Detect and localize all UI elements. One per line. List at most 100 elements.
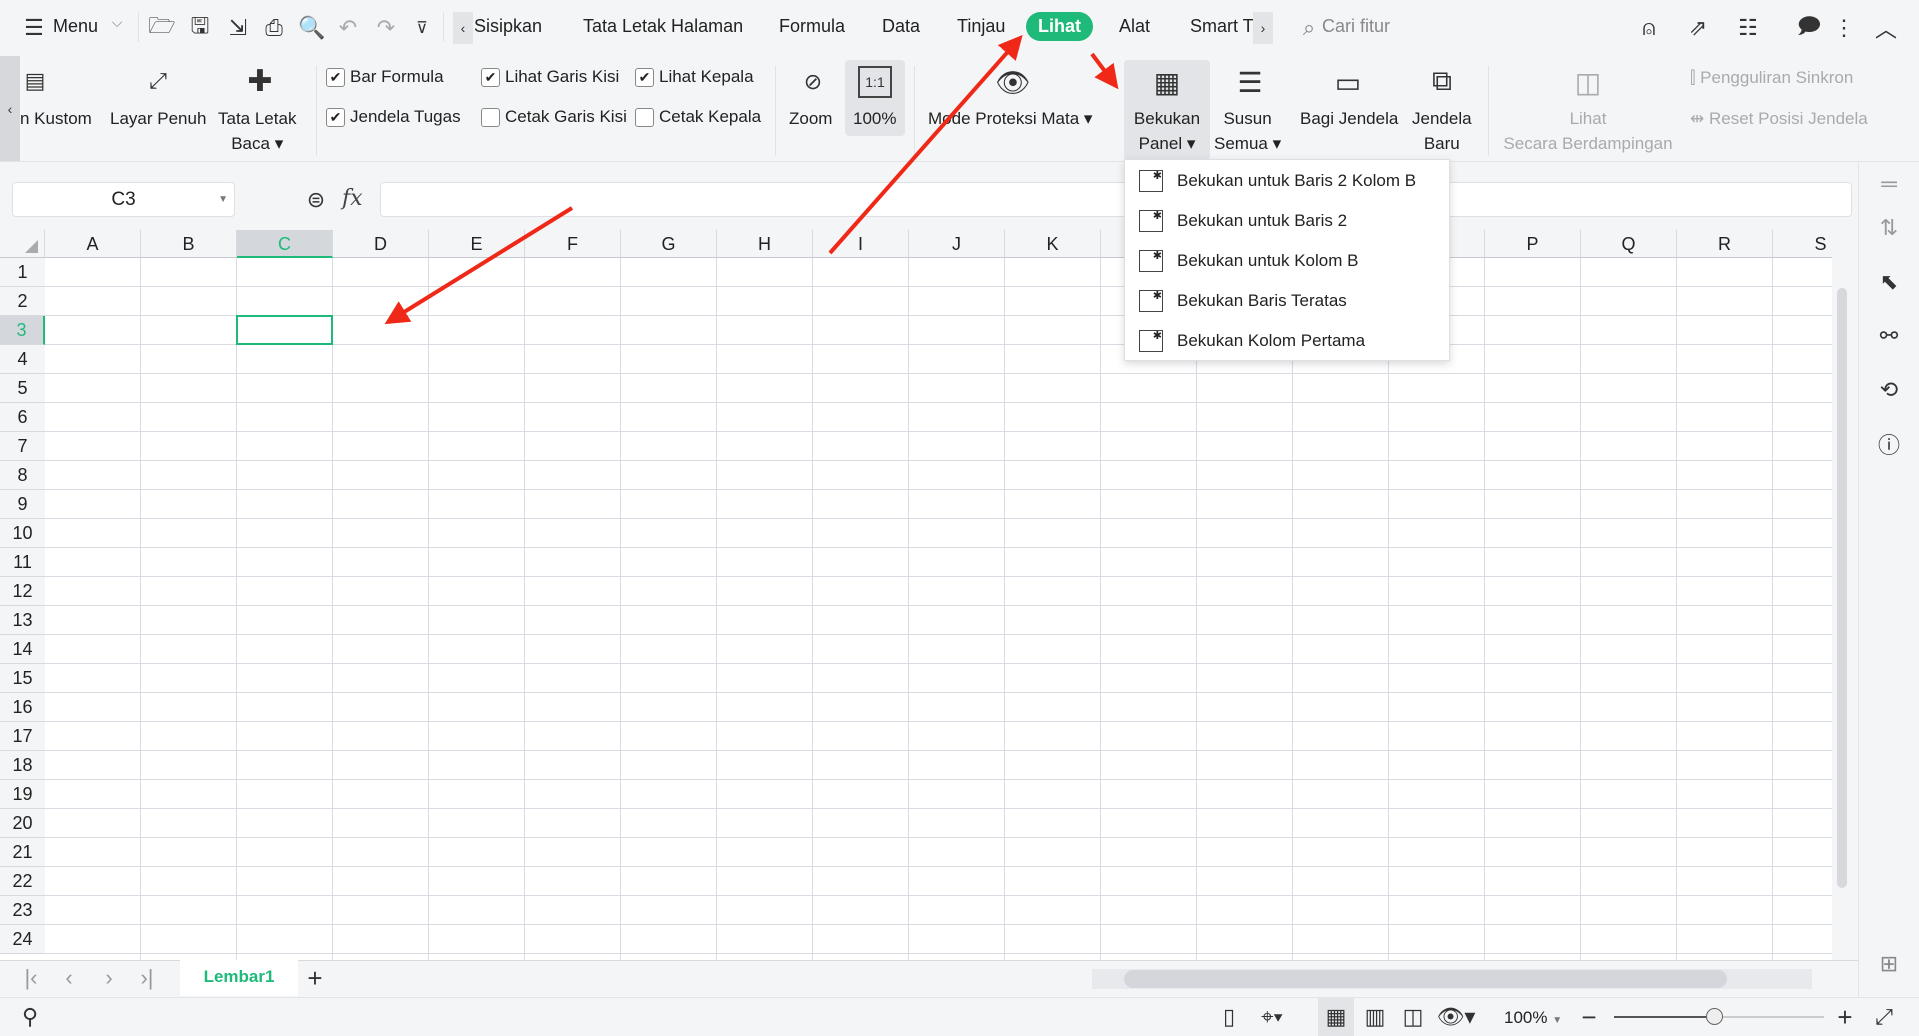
normal-view-icon[interactable]: ▦ bbox=[1318, 998, 1354, 1036]
task-icon[interactable]: ☷ bbox=[1730, 14, 1766, 42]
fx-icon[interactable]: fx bbox=[342, 186, 363, 211]
zoom-in-button[interactable]: + bbox=[1834, 1002, 1856, 1032]
select-cursor-icon[interactable]: ⬉ bbox=[1873, 266, 1905, 298]
row-header-14[interactable]: 14 bbox=[0, 635, 45, 664]
row-header-20[interactable]: 20 bbox=[0, 809, 45, 838]
freeze-menu-item-2[interactable]: ✱ Bekukan untuk Baris 2 bbox=[1125, 201, 1449, 241]
column-header-E[interactable]: E bbox=[429, 230, 525, 258]
page-icon[interactable]: ▯ bbox=[1216, 1003, 1242, 1031]
zoom-button[interactable]: Zoom bbox=[789, 106, 832, 131]
tab-tinjau[interactable]: Tinjau bbox=[957, 16, 1005, 37]
menu-button[interactable]: Menu bbox=[53, 16, 98, 37]
column-header-F[interactable]: F bbox=[525, 230, 621, 258]
collapse-ribbon-icon[interactable]: ︿ bbox=[1872, 14, 1900, 42]
zoom-slider-handle[interactable] bbox=[1706, 1008, 1723, 1025]
zoom-formula-icon[interactable]: ⊜ bbox=[302, 185, 330, 215]
prev-sheet-icon[interactable]: ‹ bbox=[58, 965, 80, 991]
tab-data[interactable]: Data bbox=[882, 16, 920, 37]
row-header-19[interactable]: 19 bbox=[0, 780, 45, 809]
row-header-3[interactable]: 3 bbox=[0, 316, 45, 345]
apps-grid-icon[interactable]: ⊞ bbox=[1873, 948, 1905, 980]
export-icon[interactable]: ⇲ bbox=[224, 14, 252, 42]
column-header-I[interactable]: I bbox=[813, 230, 909, 258]
save-icon[interactable]: 🖫 bbox=[186, 13, 214, 42]
row-header-6[interactable]: 6 bbox=[0, 403, 45, 432]
add-sheet-button[interactable]: + bbox=[302, 963, 328, 993]
row-header-11[interactable]: 11 bbox=[0, 548, 45, 577]
settings-sliders-icon[interactable]: ⚯ bbox=[1873, 320, 1905, 352]
tab-smart[interactable]: Smart T bbox=[1190, 16, 1254, 37]
checkbox-cetak-garis-kisi[interactable]: Cetak Garis Kisi bbox=[481, 107, 627, 127]
column-header-J[interactable]: J bbox=[909, 230, 1005, 258]
row-header-16[interactable]: 16 bbox=[0, 693, 45, 722]
row-header-2[interactable]: 2 bbox=[0, 287, 45, 316]
row-header-24[interactable]: 24 bbox=[0, 925, 45, 954]
row-header-15[interactable]: 15 bbox=[0, 664, 45, 693]
tab-tata-letak-halaman[interactable]: Tata Letak Halaman bbox=[583, 16, 743, 37]
spreadsheet-grid[interactable]: ABCDEFGHIJKLMNOPQRS123456789101112131415… bbox=[0, 230, 1832, 960]
row-header-1[interactable]: 1 bbox=[0, 258, 45, 287]
eye-protection-button[interactable]: Mode Proteksi Mata ▾ bbox=[928, 106, 1092, 131]
reset-window-button[interactable]: ⇹ Reset Posisi Jendela bbox=[1690, 106, 1868, 131]
column-header-C[interactable]: C bbox=[237, 230, 333, 258]
history-icon[interactable]: ⟲ bbox=[1873, 374, 1905, 406]
checkbox-lihat-kepala[interactable]: ✔ Lihat Kepala bbox=[635, 67, 754, 87]
row-header-13[interactable]: 13 bbox=[0, 606, 45, 635]
tab-sisipkan[interactable]: Sisipkan bbox=[474, 16, 542, 37]
tabs-scroll-left[interactable]: ‹ bbox=[453, 12, 473, 44]
sheet-tab-lembar1[interactable]: Lembar1 bbox=[180, 960, 298, 996]
tab-alat[interactable]: Alat bbox=[1119, 16, 1150, 37]
scroll-thumb[interactable] bbox=[1124, 970, 1727, 988]
column-header-H[interactable]: H bbox=[717, 230, 813, 258]
add-user-icon[interactable]: ⍝ bbox=[1635, 14, 1663, 42]
row-header-23[interactable]: 23 bbox=[0, 896, 45, 925]
row-header-10[interactable]: 10 bbox=[0, 519, 45, 548]
column-header-R[interactable]: R bbox=[1677, 230, 1773, 258]
row-header-17[interactable]: 17 bbox=[0, 722, 45, 751]
horizontal-scrollbar[interactable] bbox=[1092, 969, 1812, 989]
zoom-slider[interactable] bbox=[1614, 1008, 1824, 1025]
first-sheet-icon[interactable]: |‹ bbox=[20, 965, 42, 991]
row-header-21[interactable]: 21 bbox=[0, 838, 45, 867]
freeze-menu-item-5[interactable]: ✱ Bekukan Kolom Pertama bbox=[1125, 321, 1449, 361]
more-icon[interactable]: ⋮ bbox=[1833, 14, 1855, 42]
freeze-panes-button[interactable]: ▦ Bekukan Panel ▾ bbox=[1124, 60, 1210, 160]
freeze-menu-item-1[interactable]: ✱ Bekukan untuk Baris 2 Kolom B bbox=[1125, 161, 1449, 201]
row-header-5[interactable]: 5 bbox=[0, 374, 45, 403]
customize-icon[interactable]: ⊽ bbox=[410, 14, 434, 42]
row-header-22[interactable]: 22 bbox=[0, 867, 45, 896]
column-header-D[interactable]: D bbox=[333, 230, 429, 258]
chevron-down-icon[interactable]: ⌵ bbox=[108, 14, 126, 31]
undo-icon[interactable]: ↶ bbox=[334, 14, 362, 42]
ribbon-scroll-left[interactable]: ‹ bbox=[0, 56, 20, 161]
column-header-G[interactable]: G bbox=[621, 230, 717, 258]
row-header-4[interactable]: 4 bbox=[0, 345, 45, 374]
reading-layout-button[interactable]: Tata Letak Baca ▾ bbox=[218, 106, 296, 156]
eye-protection-icon[interactable]: 👁▾ bbox=[1436, 1003, 1476, 1031]
open-folder-icon[interactable]: 🗁 bbox=[148, 13, 176, 42]
search-input[interactable]: Cari fitur bbox=[1322, 16, 1390, 37]
share-icon[interactable]: ⇗ bbox=[1680, 14, 1716, 42]
print-icon[interactable]: ⎙ bbox=[260, 14, 288, 42]
column-header-Q[interactable]: Q bbox=[1581, 230, 1677, 258]
custom-view-button[interactable]: n Kustom bbox=[20, 106, 92, 131]
print-preview-icon[interactable]: 🔍 bbox=[298, 14, 326, 42]
tabs-scroll-right[interactable]: › bbox=[1253, 12, 1273, 44]
column-header-S[interactable]: S bbox=[1773, 230, 1832, 258]
selected-cell[interactable] bbox=[236, 315, 333, 345]
checkbox-bar-formula[interactable]: ✔ Bar Formula bbox=[326, 67, 444, 87]
select-all-corner[interactable] bbox=[0, 230, 45, 258]
hamburger-icon[interactable]: ☰ bbox=[22, 14, 46, 42]
checkbox-cetak-kepala[interactable]: Cetak Kepala bbox=[635, 107, 761, 127]
macro-icon[interactable]: ⚲ bbox=[16, 1003, 44, 1031]
new-window-button[interactable]: Jendela Baru bbox=[1412, 106, 1472, 156]
sync-scroll-button[interactable]: ⫿ Pengguliran Sinkron bbox=[1690, 65, 1853, 90]
redo-icon[interactable]: ↷ bbox=[372, 14, 400, 42]
column-header-P[interactable]: P bbox=[1485, 230, 1581, 258]
next-sheet-icon[interactable]: › bbox=[98, 965, 120, 991]
freeze-status-icon[interactable]: ⌖▾ bbox=[1252, 1003, 1292, 1031]
fullscreen-icon[interactable]: ⤢ bbox=[1870, 1003, 1898, 1031]
fullscreen-button[interactable]: Layar Penuh bbox=[110, 106, 206, 131]
row-header-18[interactable]: 18 bbox=[0, 751, 45, 780]
vertical-scrollbar[interactable] bbox=[1832, 258, 1851, 960]
